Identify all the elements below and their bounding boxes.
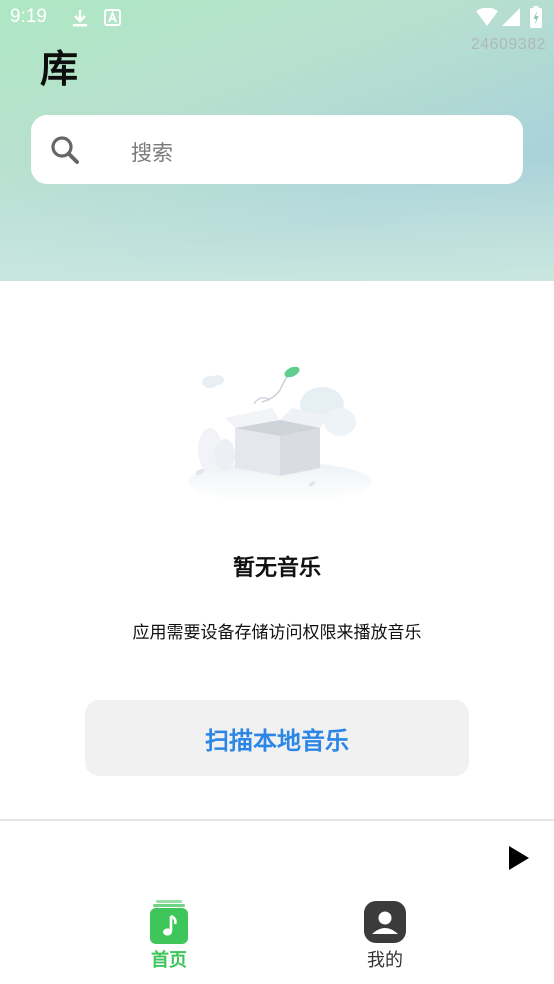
- tab-mine-label: 我的: [367, 950, 403, 971]
- search-icon: [51, 136, 79, 164]
- empty-state-title: 暂无音乐: [232, 556, 321, 581]
- build-number: 24609382: [470, 36, 546, 53]
- signal-icon: [502, 8, 520, 26]
- page-title: 库: [40, 47, 79, 91]
- user-icon: [364, 901, 406, 943]
- status-bar: 9:19: [0, 0, 554, 36]
- search-input[interactable]: 搜索: [31, 115, 523, 184]
- tab-mine[interactable]: 我的: [350, 898, 420, 978]
- scan-local-music-button[interactable]: 扫描本地音乐: [85, 700, 469, 776]
- music-note-icon: [150, 900, 188, 944]
- search-placeholder: 搜索: [131, 141, 173, 165]
- empty-box-icon: [188, 366, 372, 502]
- status-time: 9:19: [10, 6, 47, 27]
- empty-state-description: 应用需要设备存储访问权限来播放音乐: [132, 623, 422, 643]
- battery-icon: [530, 6, 542, 28]
- wifi-icon: [476, 8, 498, 26]
- divider: [0, 819, 554, 821]
- download-icon: [73, 10, 87, 27]
- tab-home-label: 首页: [151, 950, 187, 971]
- play-icon[interactable]: [504, 844, 532, 872]
- tab-home[interactable]: 首页: [134, 898, 204, 978]
- a-notification-icon: [104, 9, 121, 26]
